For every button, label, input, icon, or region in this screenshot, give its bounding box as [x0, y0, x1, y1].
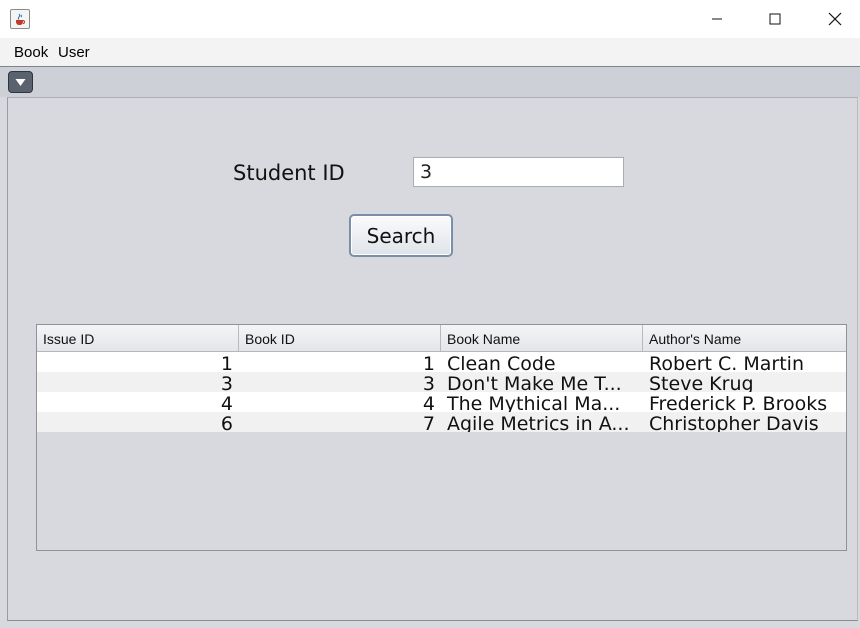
issued-books-table[interactable]: Issue ID Book ID Book Name Author's Name…	[36, 324, 847, 551]
table-row[interactable]: 4 4 The Mythical Ma... Frederick P. Broo…	[37, 392, 846, 412]
student-id-label: Student ID	[233, 161, 345, 185]
cell-book-id: 7	[422, 413, 435, 432]
search-panel: Student ID Search Issue ID Book ID Book …	[7, 97, 858, 621]
cell-author: Robert C. Martin	[649, 353, 804, 372]
minimize-icon	[712, 18, 722, 20]
cell-book-id: 4	[422, 393, 435, 412]
search-button[interactable]: Search	[349, 214, 453, 257]
student-id-input[interactable]	[413, 157, 624, 187]
title-bar	[0, 0, 860, 38]
triangle-down-icon	[15, 78, 26, 86]
menu-bar: Book User	[0, 38, 860, 66]
column-header-author-name[interactable]: Author's Name	[643, 325, 846, 351]
close-icon	[828, 12, 842, 26]
cell-issue-id: 3	[220, 373, 233, 392]
cell-issue-id: 6	[220, 413, 233, 432]
internal-frame: Student ID Search Issue ID Book ID Book …	[0, 66, 860, 628]
column-header-book-id[interactable]: Book ID	[239, 325, 441, 351]
cell-book-name: Don't Make Me T...	[447, 373, 622, 392]
frame-menu-button[interactable]	[8, 71, 33, 93]
cell-book-name: Clean Code	[447, 353, 556, 372]
menu-user[interactable]: User	[58, 44, 90, 61]
maximize-button[interactable]	[752, 0, 798, 38]
close-button[interactable]	[812, 0, 858, 38]
menu-book[interactable]: Book	[14, 44, 48, 61]
cell-author: Christopher Davis	[649, 413, 819, 432]
minimize-button[interactable]	[694, 0, 740, 38]
cell-author: Steve Krug	[649, 373, 754, 392]
cell-book-name: The Mythical Ma...	[447, 393, 621, 412]
table-row[interactable]: 1 1 Clean Code Robert C. Martin	[37, 352, 846, 372]
cell-author: Frederick P. Brooks	[649, 393, 828, 412]
cell-book-id: 3	[422, 373, 435, 392]
cell-issue-id: 4	[220, 393, 233, 412]
cell-book-name: Agile Metrics in A...	[447, 413, 630, 432]
cell-book-id: 1	[422, 353, 435, 372]
table-header: Issue ID Book ID Book Name Author's Name	[37, 325, 846, 352]
table-body: 1 1 Clean Code Robert C. Martin 3 3 Don'…	[37, 352, 846, 432]
cell-issue-id: 1	[220, 353, 233, 372]
frame-toolbar	[0, 67, 860, 97]
maximize-icon	[769, 13, 781, 25]
column-header-issue-id[interactable]: Issue ID	[37, 325, 239, 351]
java-cup-icon	[10, 9, 30, 29]
table-row[interactable]: 6 7 Agile Metrics in A... Christopher Da…	[37, 412, 846, 432]
table-row[interactable]: 3 3 Don't Make Me T... Steve Krug	[37, 372, 846, 392]
column-header-book-name[interactable]: Book Name	[441, 325, 643, 351]
